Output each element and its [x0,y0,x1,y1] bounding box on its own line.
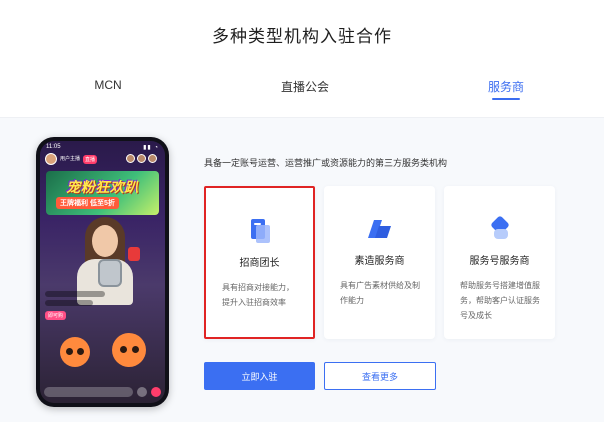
category-description: 具备一定账号运营、运营推广或资源能力的第三方服务类机构 [204,158,448,168]
viewer-avatar [126,154,135,163]
live-badge: 直播 [83,154,98,164]
header-section: 多种类型机构入驻合作 MCN 直播公会 服务商 [0,0,604,118]
comment-line [45,291,105,297]
tab-mcn[interactable]: MCN [94,78,121,92]
card-creative-provider[interactable]: 素造服务商 具有广告素材供给及制作能力 [324,186,435,339]
page-title: 多种类型机构入驻合作 [212,27,392,46]
banner-title: 宠粉狂欢趴 [66,179,139,195]
card-merchant-leader[interactable]: 招商团长 具有招商对接能力，提升入驻招商效率 [204,186,315,339]
host-name: 用户主播 [60,156,81,162]
document-square-icon [250,219,270,243]
layered-shape-icon [367,220,391,238]
join-now-button[interactable]: 立即入驻 [204,362,315,390]
product-prop [98,259,122,287]
phone-mockup: 11:05 ▮▮ ◔ 用户主播 直播 宠粉狂欢趴 王牌福利 低至5折 即可购 [36,137,169,407]
chat-input-pill [44,387,133,397]
viewer-avatar [137,154,146,163]
card-description: 具有招商对接能力，提升入驻招商效率 [222,283,294,307]
card-description: 帮助服务号搭建增值服务，帮助客户认证服务号及成长 [460,281,540,320]
promo-banner: 宠粉狂欢趴 王牌福利 低至5折 [46,171,159,215]
tab-live-guild[interactable]: 直播公会 [281,78,329,95]
card-service-account-provider[interactable]: 服务号服务商 帮助服务号搭建增值服务，帮助客户认证服务号及成长 [444,186,555,339]
status-time: 11:05 [46,144,61,150]
live-bottom-bar [44,386,161,398]
banner-subtitle: 王牌福利 低至5折 [56,197,119,209]
host-info: 用户主播 直播 [45,153,98,165]
product-tag [128,247,140,261]
viewer-avatar [148,154,157,163]
tab-service-provider[interactable]: 服务商 [488,78,524,95]
diamond-heart-icon [490,216,509,239]
mascot-right [112,333,146,367]
active-tab-indicator [492,98,520,100]
gift-icon [151,387,161,397]
share-icon [137,387,147,397]
card-title: 素造服务商 [354,256,405,267]
mascot-left [60,337,90,367]
comment-line [45,300,93,306]
purchase-tag: 即可购 [45,311,67,320]
view-more-button[interactable]: 查看更多 [324,362,436,390]
card-description: 具有广告素材供给及制作能力 [340,281,420,305]
card-title: 服务号服务商 [469,256,530,267]
comment-feed [45,291,115,309]
viewer-avatars [126,154,157,163]
live-stream-screen: 11:05 ▮▮ ◔ 用户主播 直播 宠粉狂欢趴 王牌福利 低至5折 即可购 [40,141,165,403]
host-avatar [45,153,57,165]
card-title: 招商团长 [239,258,280,269]
status-icons: ▮▮ ◔ [143,145,159,151]
